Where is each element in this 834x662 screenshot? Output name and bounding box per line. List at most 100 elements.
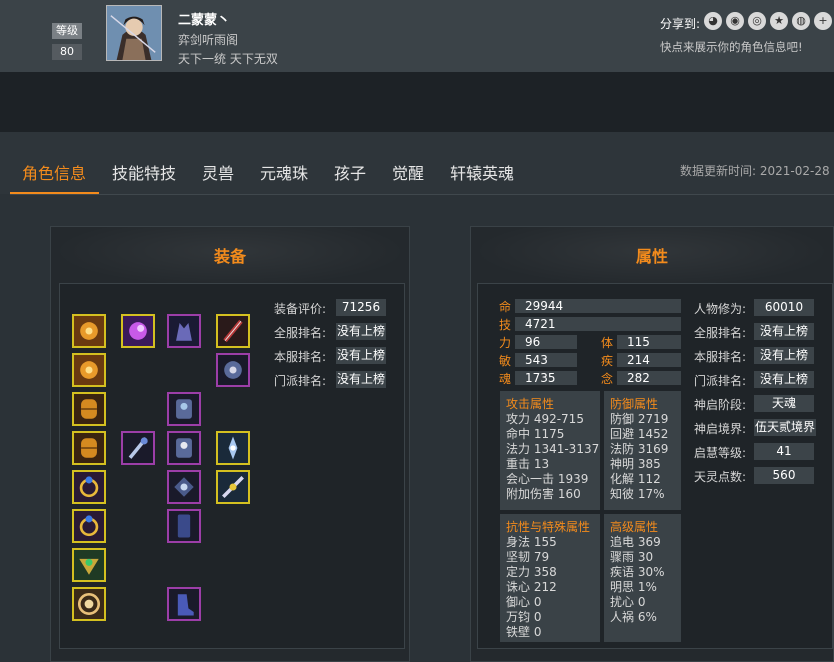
update-time-value: 2021-02-28 (759, 164, 830, 178)
server-all-rank-label: 全服排名: (274, 326, 327, 340)
advanced-line: 人祸 6% (610, 610, 657, 624)
attack-line: 附加伤害 160 (506, 487, 581, 501)
attr-all-rank-label: 全服排名: (694, 326, 747, 340)
character-motto: 天下一统 天下无双 (178, 52, 278, 66)
equipment-slot[interactable] (167, 587, 201, 621)
equipment-inner: 装备评价: 71256 全服排名: 没有上榜 本服排名: 没有上榜 门派排名: … (59, 283, 405, 649)
tab-awakening[interactable]: 觉醒 (392, 160, 424, 184)
stat-value-speed: 214 (617, 353, 681, 367)
server-rank-label: 本服排名: (274, 350, 327, 364)
server-all-rank-value: 没有上榜 (336, 323, 386, 340)
level-label: 等级 (52, 23, 82, 39)
divine-realm-value: 伍天贰境界 (754, 419, 816, 436)
attributes-title: 属性 (635, 247, 668, 266)
cultivation-label: 人物修为: (694, 302, 747, 316)
share-tip: 快点来展示你的角色信息吧! (660, 40, 803, 54)
add-icon[interactable]: + (814, 12, 832, 30)
character-name: 二蒙蒙丶 (178, 13, 231, 28)
attack-attributes-box: 攻击属性 攻力 492-715 命中 1175 法力 1341-3137 重击 … (500, 391, 600, 510)
stat-key-agility: 敏 (499, 354, 512, 368)
banner-band (0, 72, 834, 132)
stat-value-agility: 543 (515, 353, 577, 367)
level-value: 80 (52, 44, 82, 60)
attributes-panel: 属性 命 29944 技 4721 力 96 体 115 敏 543 疾 214… (470, 226, 834, 662)
share-icons: ◕ ◉ ◎ ★ ◍ + (704, 12, 832, 30)
character-guild: 弈剑听雨阁 (178, 33, 239, 47)
stat-value-soul: 1735 (515, 371, 577, 385)
stat-value-skill: 4721 (515, 317, 681, 331)
equipment-slot[interactable] (72, 314, 106, 348)
cultivation-value: 60010 (754, 299, 814, 316)
sect-rank-value: 没有上榜 (336, 371, 386, 388)
stat-value-mind: 282 (617, 371, 681, 385)
attr-all-rank-value: 没有上榜 (754, 323, 814, 340)
profile-header: 等级 80 二蒙蒙丶 弈剑听雨阁 天下一统 天下无双 分享到: ◕ ◉ ◎ ★ … (0, 0, 834, 72)
attributes-inner: 命 29944 技 4721 力 96 体 115 敏 543 疾 214 魂 … (477, 283, 833, 649)
equipment-slot[interactable] (216, 314, 250, 348)
equipment-slot[interactable] (72, 548, 106, 582)
weibo-icon[interactable]: ◎ (748, 12, 766, 30)
divine-stage-label: 神启阶段: (694, 398, 747, 412)
equipment-slot[interactable] (167, 392, 201, 426)
tab-skills[interactable]: 技能特技 (112, 160, 176, 184)
avatar[interactable] (106, 5, 162, 61)
equipment-slot[interactable] (167, 431, 201, 465)
stat-value-constitution: 115 (617, 335, 681, 349)
equipment-panel: 装备 装备评价: 71256 全服排名: 没有上榜 本服排名: 没有上榜 门派排… (50, 226, 410, 662)
spirit-points-label: 天灵点数: (694, 470, 747, 484)
stat-key-mind: 念 (601, 372, 614, 386)
stat-value-strength: 96 (515, 335, 577, 349)
equipment-slot[interactable] (72, 431, 106, 465)
advanced-attributes-box: 高级属性 追电 369 骤雨 30 疾语 30% 明思 1% 扰心 0 人祸 6… (604, 514, 681, 642)
equipment-slot[interactable] (72, 509, 106, 543)
star-icon[interactable]: ★ (770, 12, 788, 30)
equipment-slot[interactable] (216, 353, 250, 387)
equipment-slot[interactable] (72, 587, 106, 621)
equipment-slot[interactable] (216, 431, 250, 465)
qq-icon[interactable]: ◉ (726, 12, 744, 30)
equipment-slot[interactable] (72, 470, 106, 504)
share-label: 分享到: (660, 17, 701, 31)
attr-sect-rank-value: 没有上榜 (754, 371, 814, 388)
sect-rank-label: 门派排名: (274, 374, 327, 388)
defense-attributes-box: 防御属性 防御 2719 回避 1452 法防 3169 神明 385 化解 1… (604, 391, 681, 510)
divine-stage-value: 天魂 (754, 395, 814, 412)
equip-score-label: 装备评价: (274, 302, 327, 316)
equipment-slot[interactable] (167, 509, 201, 543)
equipment-slot[interactable] (167, 314, 201, 348)
equipment-slot[interactable] (72, 353, 106, 387)
wisdom-level-value: 41 (754, 443, 814, 460)
wisdom-level-label: 启慧等级: (694, 446, 747, 460)
attr-server-rank-label: 本服排名: (694, 350, 747, 364)
tab-xuanyuan-soul[interactable]: 轩辕英魂 (450, 160, 514, 184)
equip-score-value: 71256 (336, 299, 386, 316)
tab-divider (10, 194, 834, 195)
update-time: 数据更新时间: 2021-02-28 (680, 162, 830, 179)
equipment-title: 装备 (213, 247, 246, 266)
equipment-slot[interactable] (121, 431, 155, 465)
server-rank-value: 没有上榜 (336, 347, 386, 364)
attr-sect-rank-label: 门派排名: (694, 374, 747, 388)
defense-line: 知彼 17% (610, 487, 665, 501)
resist-line: 铁壁 0 (506, 625, 542, 639)
equipment-slot[interactable] (216, 470, 250, 504)
spirit-points-value: 560 (754, 467, 814, 484)
moments-icon[interactable]: ◍ (792, 12, 810, 30)
stat-key-soul: 魂 (499, 372, 512, 386)
stat-value-life: 29944 (515, 299, 681, 313)
update-time-label: 数据更新时间: (680, 164, 757, 178)
equipment-slot[interactable] (121, 314, 155, 348)
wechat-icon[interactable]: ◕ (704, 12, 722, 30)
tab-soul-orbs[interactable]: 元魂珠 (260, 160, 308, 184)
tab-character-info[interactable]: 角色信息 (22, 160, 86, 184)
resist-attributes-box: 抗性与特殊属性 身法 155 坚韧 79 定力 358 诛心 212 御心 0 … (500, 514, 600, 642)
stat-key-skill: 技 (499, 318, 512, 332)
stat-key-strength: 力 (499, 336, 512, 350)
tab-pets[interactable]: 灵兽 (202, 160, 234, 184)
tab-children[interactable]: 孩子 (334, 160, 366, 184)
stat-key-speed: 疾 (601, 354, 614, 368)
stat-key-life: 命 (499, 300, 512, 314)
attr-server-rank-value: 没有上榜 (754, 347, 814, 364)
equipment-slot[interactable] (72, 392, 106, 426)
equipment-slot[interactable] (167, 470, 201, 504)
